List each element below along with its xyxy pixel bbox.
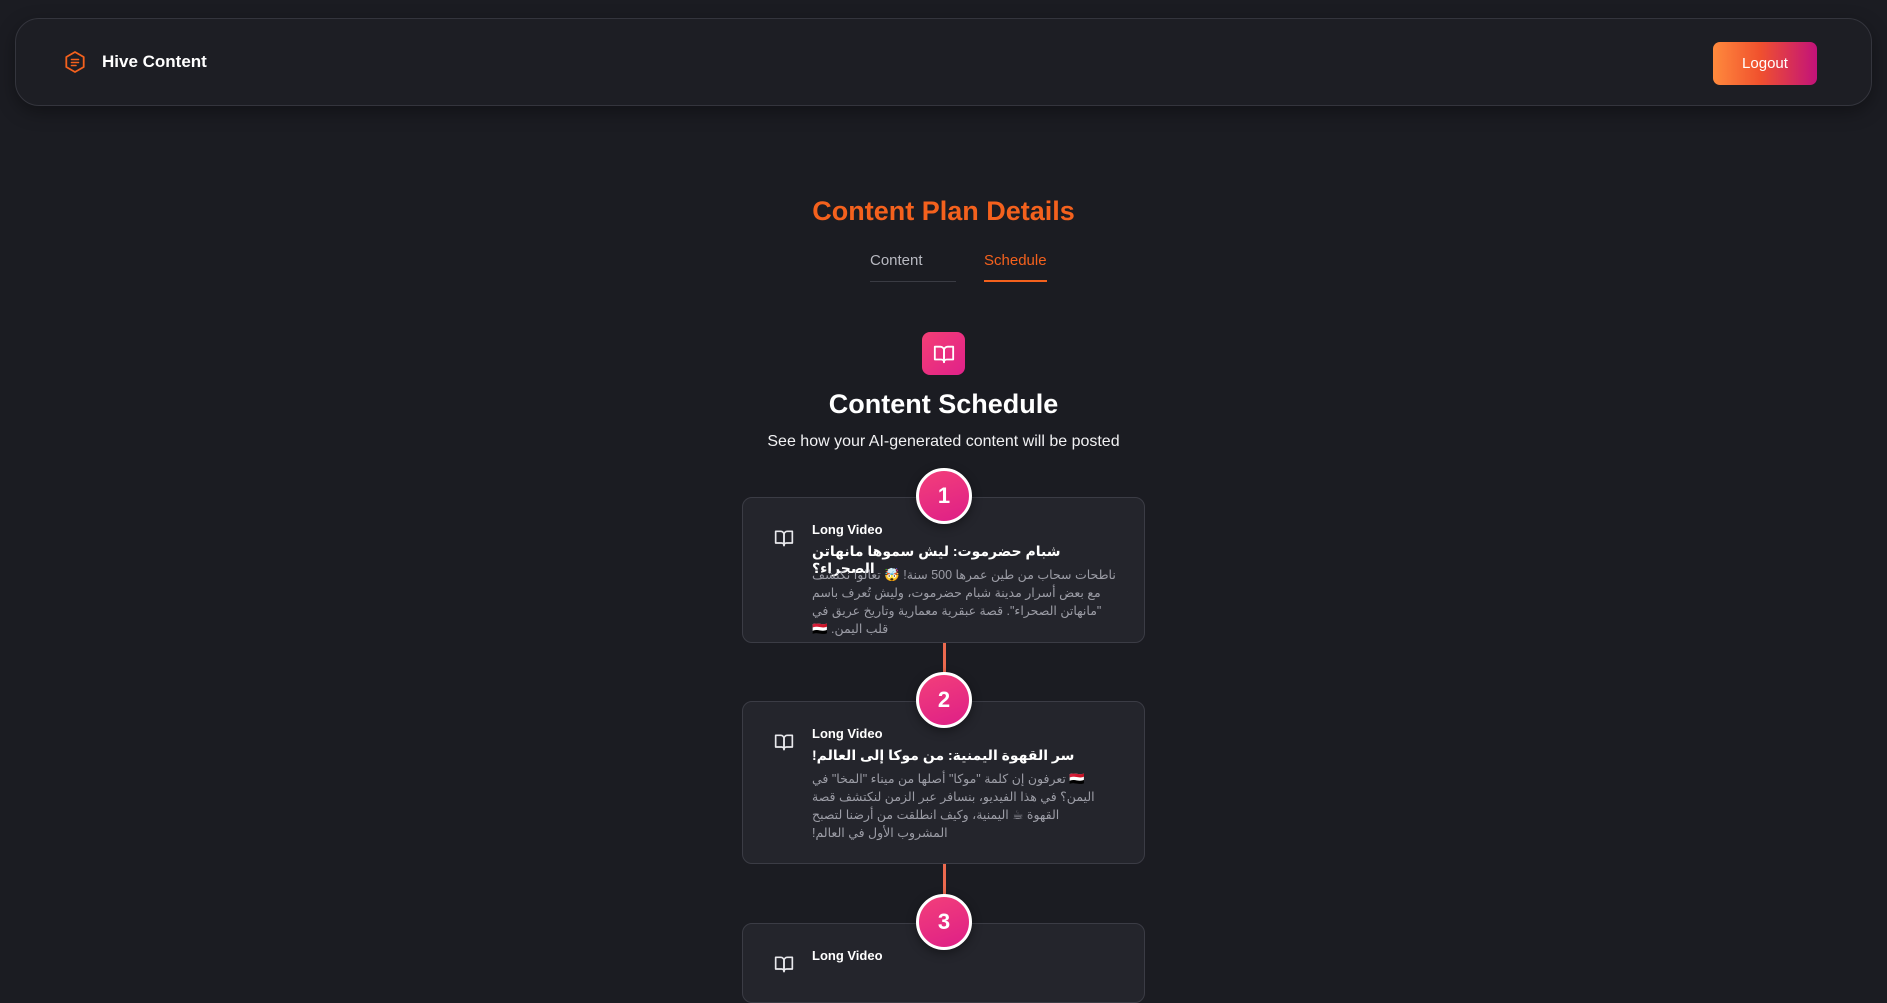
schedule-subtitle: See how your AI-generated content will b… bbox=[767, 433, 1120, 450]
step-badge: 3 bbox=[916, 894, 972, 950]
step-badge: 1 bbox=[916, 468, 972, 524]
book-open-icon bbox=[774, 528, 794, 548]
content-type: Long Video bbox=[812, 726, 883, 741]
tab-bar: Content Schedule bbox=[870, 252, 1075, 282]
content-type: Long Video bbox=[812, 522, 883, 537]
page-title: Content Plan Details bbox=[812, 196, 1075, 226]
brand[interactable]: Hive Content bbox=[62, 49, 207, 75]
document-hexagon-icon bbox=[62, 49, 88, 75]
book-open-icon bbox=[922, 332, 965, 375]
step-badge: 2 bbox=[916, 672, 972, 728]
content-title: سر القهوة اليمنية: من موكا إلى العالم! bbox=[812, 747, 1075, 763]
content-description: 🇾🇪 تعرفون إن كلمة "موكا" أصلها من ميناء … bbox=[812, 772, 1095, 840]
tab-schedule[interactable]: Schedule bbox=[984, 252, 1047, 282]
book-open-icon bbox=[774, 954, 794, 974]
tab-content[interactable]: Content bbox=[870, 252, 956, 282]
schedule-title: Content Schedule bbox=[828, 389, 1059, 419]
top-navbar: Hive Content Logout bbox=[15, 18, 1872, 106]
content-type: Long Video bbox=[812, 948, 883, 963]
book-open-icon bbox=[774, 732, 794, 752]
logout-button[interactable]: Logout bbox=[1713, 42, 1817, 85]
brand-name: Hive Content bbox=[102, 52, 207, 71]
content-description: ناطحات سحاب من طين عمرها 500 سنة! 🤯 تعال… bbox=[812, 568, 1116, 636]
